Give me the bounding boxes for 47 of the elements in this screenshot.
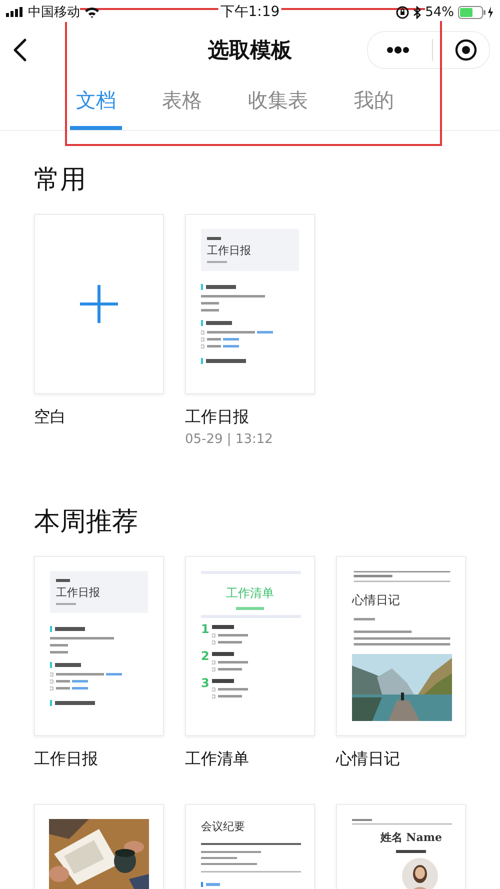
checklist-lines-drawing <box>212 677 248 699</box>
tab[interactable]: 我的 <box>348 75 400 130</box>
preview-title: 工作清单 <box>226 585 274 602</box>
checklist-lines-drawing <box>212 650 248 672</box>
preview-title: 会议纪要 <box>201 819 246 834</box>
checklist-lines-drawing <box>212 623 248 645</box>
tab[interactable]: 表格 <box>156 75 208 130</box>
rotation-lock-icon <box>396 6 410 18</box>
preview-title: 工作日报 <box>207 243 252 258</box>
tab[interactable]: 文档 <box>70 75 122 130</box>
text-line-drawing <box>207 261 227 263</box>
preview-title: 姓名 Name <box>380 830 442 845</box>
text-line-drawing <box>56 579 70 582</box>
more-icon[interactable] <box>386 46 410 54</box>
battery-percent: 54% <box>425 4 454 20</box>
section-title: 常用 <box>34 165 87 195</box>
list-number: 2 <box>201 650 210 662</box>
preview-title: 心情日记 <box>352 592 401 609</box>
template-card[interactable]: 心情日记 <box>336 556 466 736</box>
battery-charging-icon <box>458 6 494 18</box>
text-line-drawing <box>56 603 76 605</box>
date-line-drawing <box>236 607 264 610</box>
wifi-icon <box>84 6 100 18</box>
text-line-drawing <box>207 237 221 240</box>
signal-icon <box>6 7 24 17</box>
preview-title: 工作日报 <box>56 585 101 600</box>
page-title: 选取模板 <box>208 36 292 64</box>
back-icon[interactable] <box>13 38 27 62</box>
template-name: 空白 <box>34 406 67 428</box>
tab[interactable]: 收集表 <box>242 75 314 130</box>
template-card[interactable]: 工作日报 <box>185 214 315 394</box>
template-name: 工作清单 <box>185 748 250 770</box>
edit-date: 05-29 | 13:12 <box>185 432 274 447</box>
template-card[interactable]: 姓名 Name <box>336 804 466 889</box>
template-name: 工作日报 <box>34 748 99 770</box>
close-target-icon[interactable] <box>455 38 477 60</box>
carrier-name: 中国移动 <box>28 2 80 22</box>
list-number: 1 <box>201 623 210 635</box>
section-title: 本周推荐 <box>34 507 139 537</box>
template-name: 心情日记 <box>336 748 401 770</box>
text-line-drawing <box>396 850 426 853</box>
template-name: 工作日报 <box>185 406 250 428</box>
list-number: 3 <box>201 677 210 689</box>
template-card[interactable]: 会议纪要 <box>185 804 315 889</box>
bluetooth-icon <box>413 6 422 18</box>
plus-icon <box>80 285 118 323</box>
template-card[interactable]: 工作日报 <box>34 556 164 736</box>
